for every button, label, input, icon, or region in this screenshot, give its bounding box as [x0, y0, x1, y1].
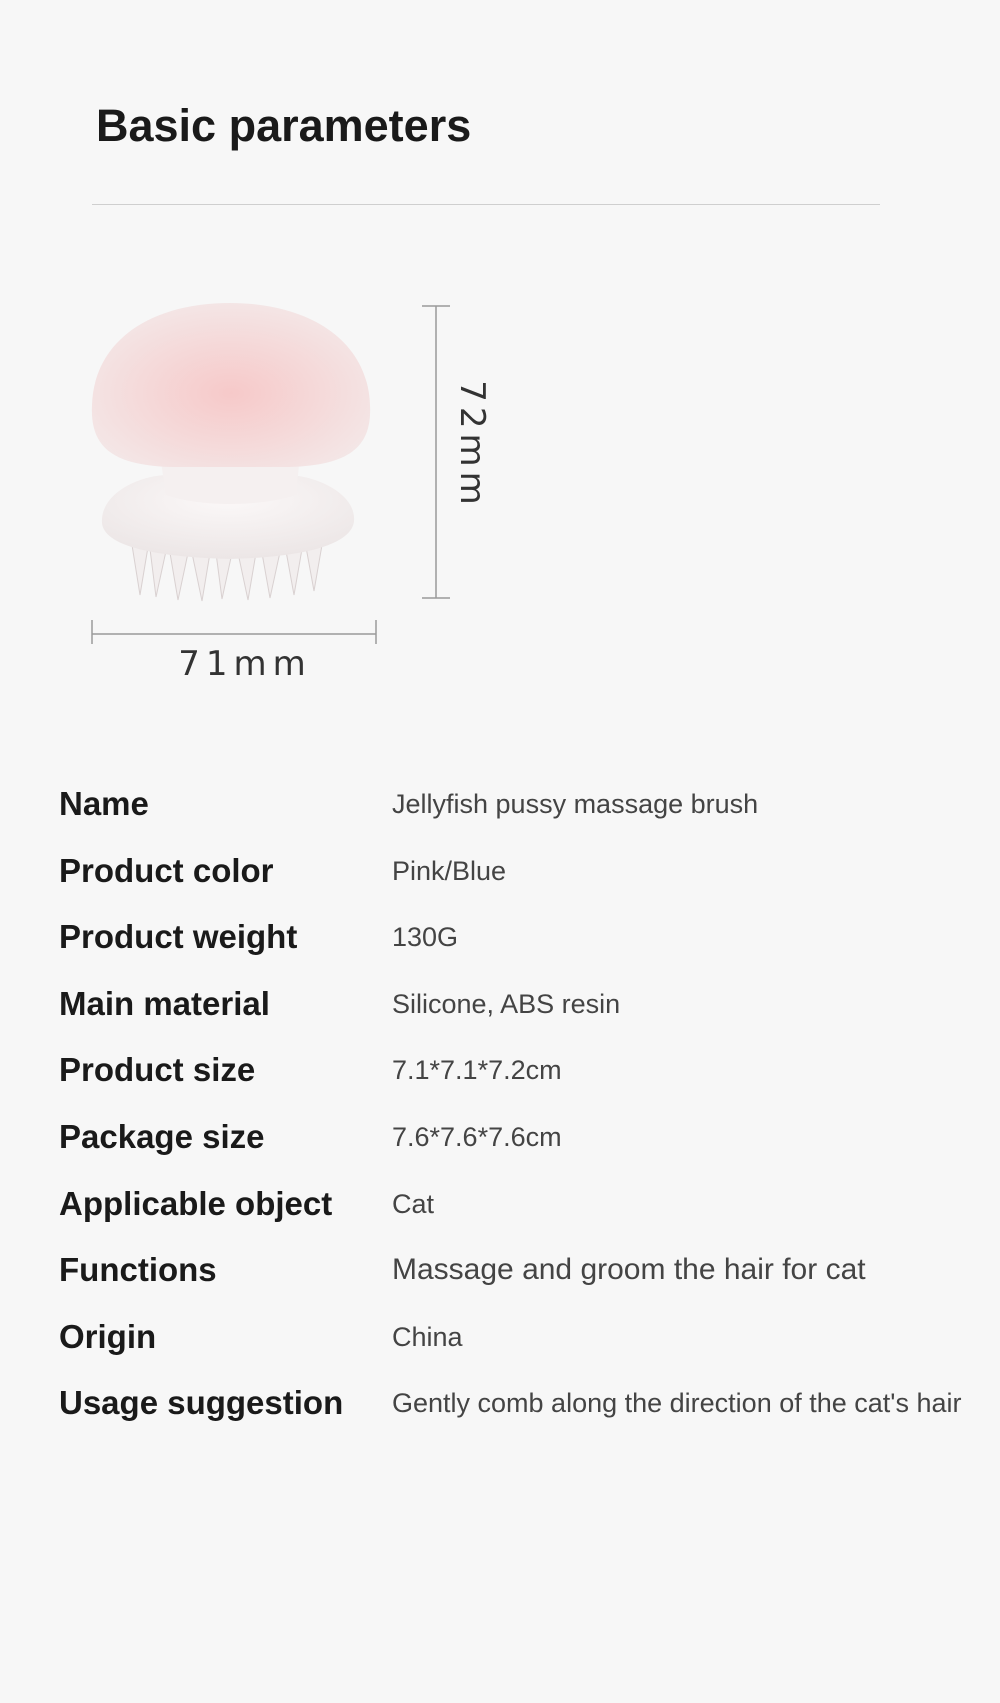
- product-image: [91, 303, 371, 602]
- param-row-product-weight: Product weight 130G: [59, 909, 989, 976]
- param-value: 7.1*7.1*7.2cm: [392, 1055, 562, 1086]
- param-value: Jellyfish pussy massage brush: [392, 789, 759, 819]
- param-value: Gently comb along the direction of the c…: [392, 1388, 962, 1419]
- param-value: China: [392, 1321, 463, 1352]
- param-label: Main material: [59, 984, 270, 1022]
- param-row-origin: Origin China: [59, 1309, 989, 1376]
- param-value: Cat: [392, 1188, 435, 1219]
- param-row-product-color: Product color Pink/Blue: [59, 843, 989, 910]
- parameters-table: Name Jellyfish pussy massage brush Produ…: [59, 776, 989, 1442]
- param-value: 7.6*7.6*7.6cm: [392, 1121, 562, 1152]
- param-value: Silicone, ABS resin: [392, 988, 621, 1019]
- page-title: Basic parameters: [96, 100, 472, 151]
- param-row-functions: Functions Massage and groom the hair for…: [59, 1242, 989, 1309]
- param-row-applicable-object: Applicable object Cat: [59, 1176, 989, 1243]
- param-label: Name: [59, 785, 149, 822]
- param-value: 130G: [392, 922, 459, 953]
- param-value: Pink/Blue: [392, 855, 507, 886]
- height-dimension-label: 72mm: [452, 380, 493, 510]
- param-label: Product color: [59, 851, 274, 889]
- param-label: Product size: [59, 1051, 256, 1089]
- param-label: Package size: [59, 1117, 265, 1155]
- param-row-usage-suggestion: Usage suggestion Gently comb along the d…: [59, 1375, 989, 1442]
- width-dimension-label: 71mm: [178, 644, 312, 684]
- param-value: Massage and groom the hair for cat: [392, 1253, 866, 1287]
- param-row-main-material: Main material Silicone, ABS resin: [59, 976, 989, 1043]
- param-label: Functions: [59, 1251, 217, 1289]
- param-label: Applicable object: [59, 1184, 333, 1222]
- param-row-name: Name Jellyfish pussy massage brush: [59, 776, 989, 843]
- param-label: Product weight: [59, 918, 298, 956]
- title-divider: [92, 204, 880, 205]
- param-row-product-size: Product size 7.1*7.1*7.2cm: [59, 1042, 989, 1109]
- param-label: Origin: [59, 1317, 157, 1355]
- param-row-package-size: Package size 7.6*7.6*7.6cm: [59, 1109, 989, 1176]
- param-label: Usage suggestion: [59, 1384, 344, 1422]
